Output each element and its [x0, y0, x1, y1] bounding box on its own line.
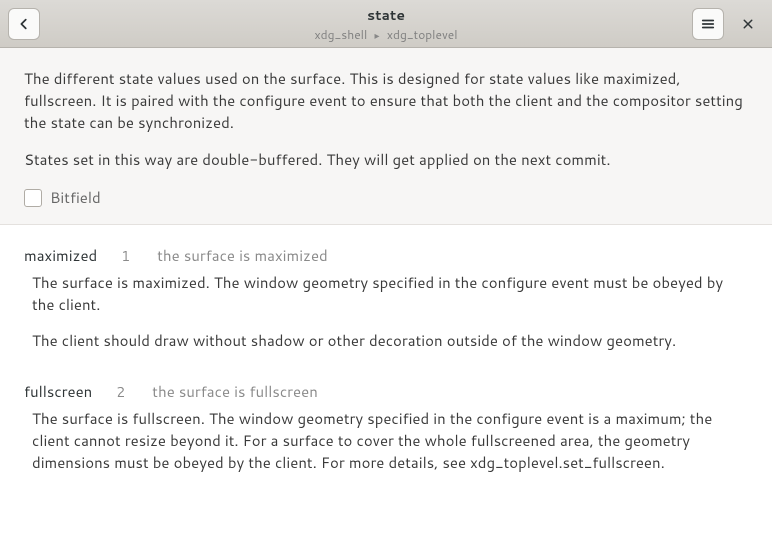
enum-name: fullscreen	[24, 381, 92, 402]
bitfield-row: Bitfield	[24, 187, 748, 208]
chevron-right-icon: ▸	[375, 29, 380, 43]
headerbar: state xdg_shell ▸ xdg_toplevel	[0, 0, 772, 48]
back-button[interactable]	[8, 8, 40, 40]
chevron-left-icon	[17, 17, 31, 31]
enum-summary: the surface is maximized	[157, 245, 327, 266]
enum-body: The surface is maximized. The window geo…	[24, 272, 748, 351]
enum-body: The surface is fullscreen. The window ge…	[24, 408, 748, 473]
description-section: The different state values used on the s…	[0, 48, 772, 225]
enum-body-paragraph: The surface is fullscreen. The window ge…	[32, 408, 748, 473]
menu-button[interactable]	[692, 8, 724, 40]
description-paragraph: The different state values used on the s…	[24, 68, 748, 133]
header-right	[692, 8, 764, 40]
enum-entry-header: maximized 1 the surface is maximized	[24, 245, 748, 266]
enum-value: 2	[116, 382, 128, 402]
description-paragraph: States set in this way are double-buffer…	[24, 149, 748, 171]
close-icon	[742, 18, 754, 30]
enum-name: maximized	[24, 245, 97, 266]
enum-entry: fullscreen 2 the surface is fullscreen T…	[24, 381, 748, 473]
hamburger-icon	[701, 17, 715, 31]
bitfield-checkbox[interactable]	[24, 189, 42, 207]
enum-value: 1	[121, 246, 133, 266]
enum-entry: maximized 1 the surface is maximized The…	[24, 245, 748, 351]
breadcrumb-child: xdg_toplevel	[387, 26, 458, 43]
header-title-block: state xdg_shell ▸ xdg_toplevel	[0, 5, 772, 43]
close-button[interactable]	[732, 8, 764, 40]
enum-entry-header: fullscreen 2 the surface is fullscreen	[24, 381, 748, 402]
breadcrumb: xdg_shell ▸ xdg_toplevel	[0, 26, 772, 43]
enum-body-paragraph: The surface is maximized. The window geo…	[32, 272, 748, 316]
breadcrumb-parent: xdg_shell	[314, 26, 367, 43]
enum-body-paragraph: The client should draw without shadow or…	[32, 330, 748, 352]
enum-summary: the surface is fullscreen	[152, 381, 318, 402]
page-title: state	[0, 5, 772, 25]
entries-list: maximized 1 the surface is maximized The…	[0, 225, 772, 544]
bitfield-label: Bitfield	[50, 187, 101, 208]
